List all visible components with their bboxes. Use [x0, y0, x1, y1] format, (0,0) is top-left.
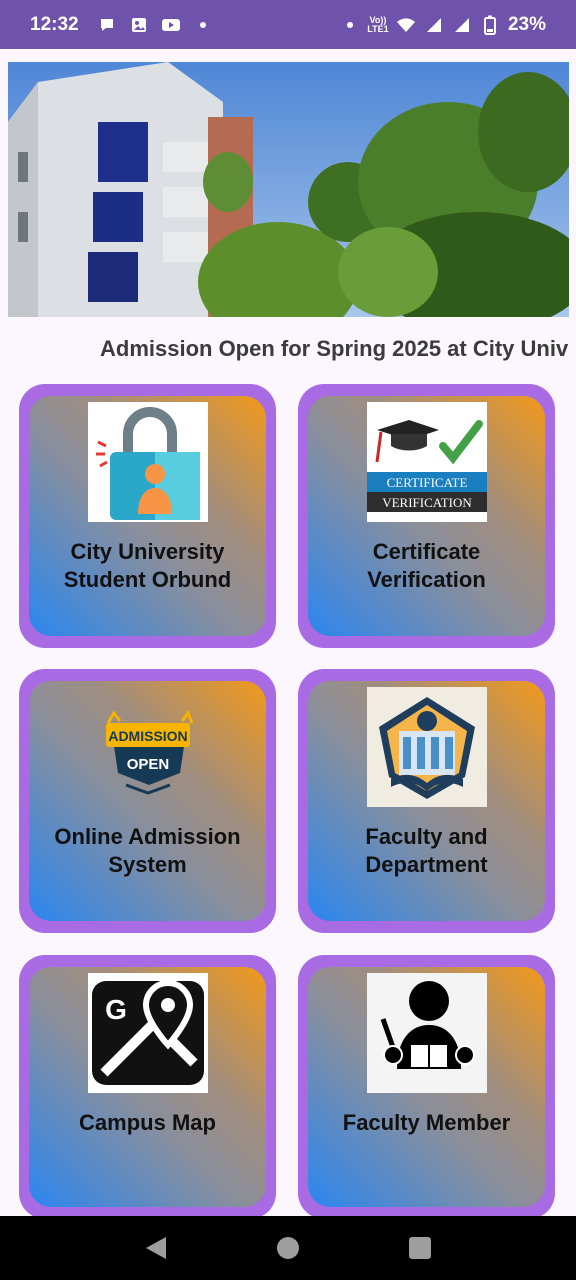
card-certificate-verification[interactable]: CERTIFICATE VERIFICATION Certificate Ver…	[298, 384, 555, 648]
certificate-image-text-1: CERTIFICATE	[386, 475, 467, 490]
card-campus-map-label: Campus Map	[79, 1110, 216, 1135]
signal-2-icon	[452, 15, 472, 35]
campus-map-image-text: G	[105, 994, 127, 1025]
certificate-icon: CERTIFICATE VERIFICATION	[366, 402, 487, 522]
admission-image-text-1: ADMISSION	[108, 728, 187, 744]
dot-icon	[340, 15, 360, 35]
certificate-image-text-2: VERIFICATION	[382, 495, 472, 510]
google-maps-icon: G	[87, 973, 208, 1093]
admission-image-text-2: OPEN	[126, 756, 169, 773]
card-faculty-department[interactable]: Faculty and Department	[298, 669, 555, 933]
teacher-icon	[366, 973, 487, 1093]
navigation-bar	[0, 1216, 576, 1280]
announcement-marquee: Admission Open for Spring 2025 at City U…	[8, 330, 569, 370]
card-online-admission-label: Online Admission System	[54, 824, 241, 877]
back-icon[interactable]	[136, 1228, 176, 1268]
recents-icon[interactable]	[400, 1228, 440, 1268]
card-student-orbund[interactable]: City University Student Orbund	[19, 384, 276, 648]
announcement-text: Admission Open for Spring 2025 at City U…	[100, 336, 569, 361]
status-time: 12:32	[30, 13, 79, 35]
signal-icon	[424, 15, 444, 35]
volte-icon: Vo)) LTE1	[367, 14, 389, 34]
image-icon	[129, 15, 149, 35]
faculty-building-icon	[366, 687, 487, 807]
chat-bubble-icon	[97, 15, 117, 35]
notification-dot-icon	[193, 15, 213, 35]
card-certificate-verification-label: Certificate Verification	[367, 539, 486, 592]
card-faculty-department-label: Faculty and Department	[365, 824, 488, 877]
card-campus-map[interactable]: G Campus Map	[19, 955, 276, 1219]
admission-open-icon: ADMISSION OPEN	[88, 687, 208, 807]
card-faculty-member-label: Faculty Member	[342, 1110, 511, 1135]
campus-banner-image	[8, 62, 569, 317]
card-faculty-member[interactable]: Faculty Member	[298, 955, 555, 1219]
card-student-orbund-label: City University Student Orbund	[63, 539, 232, 592]
status-bar: 12:32 Vo)) LTE1 23%	[0, 0, 576, 49]
wifi-icon	[396, 15, 416, 35]
youtube-icon	[161, 15, 181, 35]
lock-student-icon	[87, 402, 208, 522]
battery-percent: 23%	[507, 13, 546, 35]
home-icon[interactable]	[268, 1228, 308, 1268]
card-online-admission[interactable]: ADMISSION OPEN Online Admission System	[19, 669, 276, 933]
battery-icon	[480, 15, 500, 35]
